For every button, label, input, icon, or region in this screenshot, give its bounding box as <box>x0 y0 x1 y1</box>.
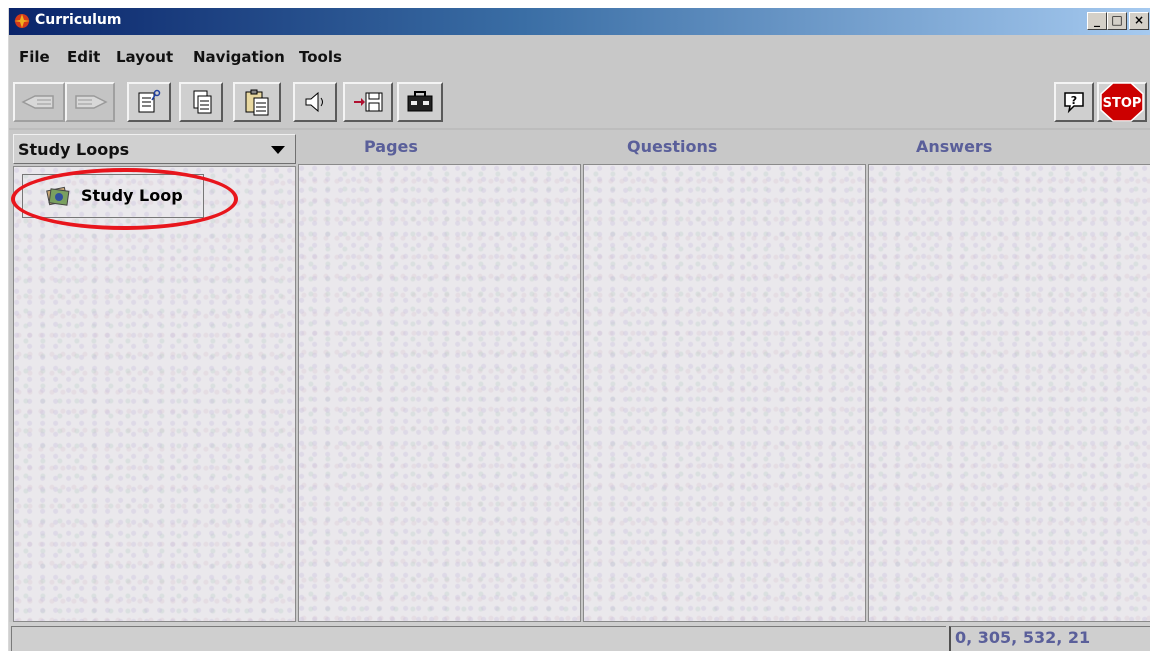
edit-button[interactable] <box>127 82 171 122</box>
speaker-icon <box>305 91 323 113</box>
minimize-icon: _ <box>1094 13 1100 27</box>
stop-label: STOP <box>1103 96 1142 111</box>
hand-forward-icon <box>75 95 108 109</box>
study-loop-icon <box>46 186 70 206</box>
menu-navigation[interactable]: Navigation <box>193 48 285 66</box>
speaker-button[interactable] <box>293 82 337 122</box>
toolbox-button[interactable] <box>397 82 443 122</box>
paste-icon <box>245 89 269 116</box>
status-bar: 0, 305, 532, 21 <box>9 622 1150 651</box>
close-button[interactable]: × <box>1129 12 1149 30</box>
window-title: Curriculum <box>35 12 122 28</box>
back-button[interactable] <box>13 82 65 122</box>
minimize-button[interactable]: _ <box>1087 12 1107 30</box>
study-loop-label: Study Loop <box>81 186 183 205</box>
study-loops-dropdown[interactable]: Study Loops <box>13 134 296 164</box>
help-button[interactable]: ? <box>1054 82 1094 122</box>
maximize-button[interactable]: □ <box>1107 12 1127 30</box>
chevron-down-icon[interactable] <box>271 146 285 154</box>
curriculum-window: Curriculum _ □ × File Edit Layout Naviga… <box>8 8 1150 651</box>
save-icon <box>354 92 383 112</box>
copy-button[interactable] <box>179 82 223 122</box>
forward-button[interactable] <box>65 82 115 122</box>
answers-header: Answers <box>916 137 993 156</box>
paste-button[interactable] <box>233 82 281 122</box>
maximize-icon: □ <box>1111 13 1123 27</box>
menu-file[interactable]: File <box>19 48 50 66</box>
pages-pane[interactable] <box>298 164 581 622</box>
menu-bar: File Edit Layout Navigation Tools <box>9 45 1150 71</box>
close-icon: × <box>1133 13 1145 27</box>
status-message <box>11 626 946 651</box>
hand-back-icon <box>21 95 54 109</box>
save-button[interactable] <box>343 82 393 122</box>
stop-sign-icon: STOP <box>1100 82 1144 122</box>
help-icon: ? <box>1064 92 1084 114</box>
stop-button[interactable]: STOP <box>1097 82 1147 122</box>
copy-icon <box>193 90 212 114</box>
study-loop-item[interactable]: Study Loop <box>22 174 204 218</box>
menu-tools[interactable]: Tools <box>299 48 342 66</box>
edit-document-icon <box>138 89 161 113</box>
toolbar: ? STOP <box>9 78 1150 130</box>
menu-layout[interactable]: Layout <box>116 48 173 66</box>
study-loops-pane[interactable] <box>13 166 296 622</box>
questions-pane[interactable] <box>583 164 866 622</box>
title-bar[interactable]: Curriculum _ □ × <box>9 8 1150 35</box>
toolbox-icon <box>407 91 433 112</box>
menu-edit[interactable]: Edit <box>67 48 100 66</box>
answers-pane[interactable] <box>868 164 1150 622</box>
study-loops-dropdown-value: Study Loops <box>18 140 130 159</box>
app-logo-icon <box>14 14 30 28</box>
questions-header: Questions <box>627 137 718 156</box>
status-coordinates: 0, 305, 532, 21 <box>949 626 1150 651</box>
svg-text:?: ? <box>1071 94 1077 107</box>
pages-header: Pages <box>364 137 418 156</box>
